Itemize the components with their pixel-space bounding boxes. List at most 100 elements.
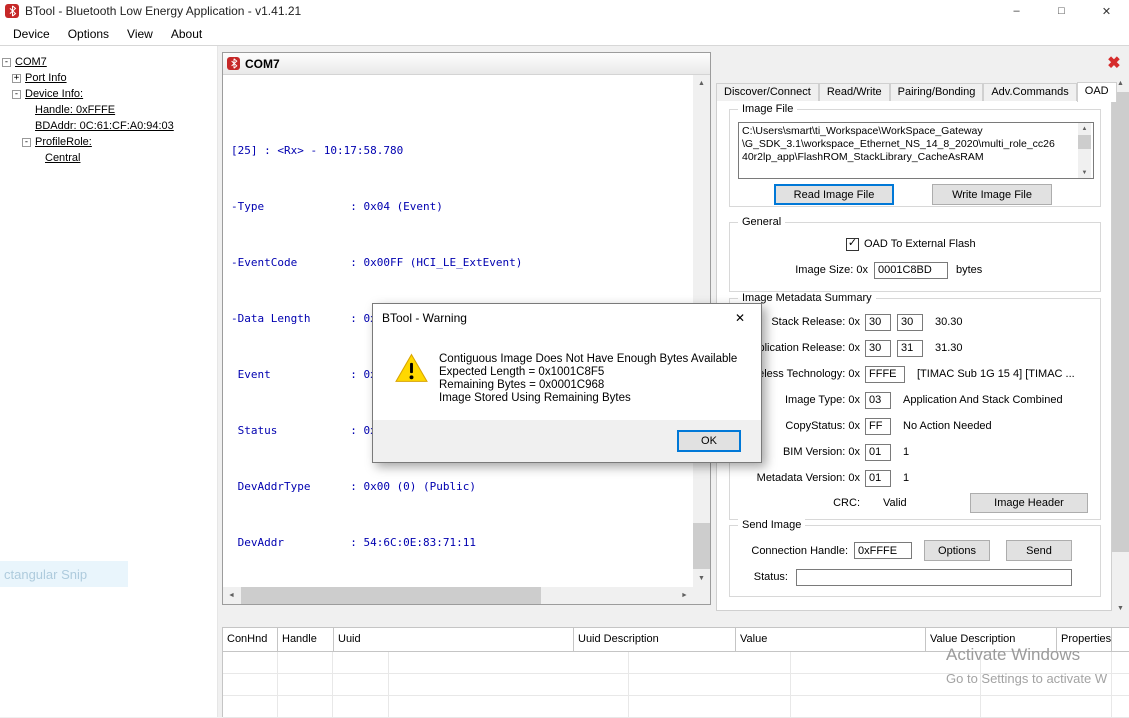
table-cell bbox=[389, 696, 629, 717]
table-header-cell[interactable]: Value bbox=[736, 628, 926, 651]
table-cell bbox=[791, 696, 981, 717]
metadata-value-input[interactable]: 01 bbox=[865, 444, 891, 461]
tab[interactable]: OAD bbox=[1077, 82, 1117, 102]
metadata-value-input[interactable]: 03 bbox=[865, 392, 891, 409]
metadata-value-input[interactable]: 01 bbox=[865, 470, 891, 487]
tab[interactable]: Pairing/Bonding bbox=[890, 83, 984, 101]
mdi-title-bar[interactable]: COM7 bbox=[223, 53, 710, 75]
metadata-value-input[interactable]: 30 bbox=[897, 314, 923, 331]
scroll-down-icon[interactable]: ▼ bbox=[1078, 167, 1091, 178]
image-header-button[interactable]: Image Header bbox=[970, 493, 1088, 513]
tree-item[interactable]: Handle: 0xFFFE bbox=[0, 102, 217, 118]
tree-item[interactable]: - ProfileRole: bbox=[0, 134, 217, 150]
tree-item-label[interactable]: Central bbox=[45, 152, 80, 164]
tree-item-label[interactable]: Handle: 0xFFFE bbox=[35, 104, 115, 116]
metadata-description: Application And Stack Combined bbox=[903, 394, 1063, 406]
metadata-row: CopyStatus: 0xFFNo Action Needed bbox=[730, 413, 1100, 439]
tree-item[interactable]: BDAddr: 0C:61:CF:A0:94:03 bbox=[0, 118, 217, 134]
scroll-up-icon[interactable]: ▲ bbox=[1078, 123, 1091, 134]
tree-item-label[interactable]: BDAddr: 0C:61:CF:A0:94:03 bbox=[35, 120, 174, 132]
metadata-rows: Stack Release: 0x303030.30Application Re… bbox=[730, 309, 1100, 491]
oad-external-flash-checkbox[interactable]: ✓ bbox=[846, 238, 859, 251]
metadata-value-input[interactable]: FF bbox=[865, 418, 891, 435]
tree-item[interactable]: - COM7 bbox=[0, 54, 217, 70]
table-row[interactable] bbox=[223, 696, 1129, 718]
dialog-close-icon[interactable]: ✕ bbox=[719, 304, 761, 332]
path-scrollbar[interactable]: ▲ ▼ bbox=[1078, 123, 1091, 178]
tree-item-label[interactable]: COM7 bbox=[15, 56, 47, 68]
ok-button[interactable]: OK bbox=[677, 430, 741, 452]
image-file-path-box[interactable]: C:\Users\smart\ti_Workspace\WorkSpace_Ga… bbox=[738, 122, 1094, 179]
tab[interactable]: Discover/Connect bbox=[716, 83, 819, 101]
read-image-file-button[interactable]: Read Image File bbox=[774, 184, 894, 205]
dialog-footer: OK bbox=[373, 420, 761, 462]
options-button[interactable]: Options bbox=[924, 540, 990, 561]
snip-tooltip: ctangular Snip bbox=[0, 561, 128, 587]
table-cell bbox=[981, 696, 1112, 717]
table-header-cell[interactable]: Uuid Description bbox=[574, 628, 736, 651]
status-input[interactable] bbox=[796, 569, 1072, 586]
scrollbar-thumb[interactable] bbox=[1112, 92, 1129, 552]
log-horizontal-scrollbar[interactable]: ◄ ► bbox=[223, 587, 693, 604]
activate-windows-watermark-sub: Go to Settings to activate W bbox=[946, 671, 1107, 686]
scrollbar-thumb[interactable] bbox=[1078, 135, 1091, 149]
connection-handle-input[interactable]: 0xFFFE bbox=[854, 542, 912, 559]
table-cell bbox=[629, 652, 791, 673]
image-size-suffix: bytes bbox=[956, 264, 982, 276]
tree-expand-icon[interactable]: + bbox=[12, 74, 21, 83]
tree-item[interactable]: + Port Info bbox=[0, 70, 217, 86]
tree-item-label[interactable]: Device Info: bbox=[25, 88, 83, 100]
tree-item-label[interactable]: Port Info bbox=[25, 72, 67, 84]
image-size-input[interactable]: 0001C8BD bbox=[874, 262, 948, 279]
metadata-value-input[interactable]: 30 bbox=[865, 314, 891, 331]
image-metadata-group: Image Metadata Summary Stack Release: 0x… bbox=[729, 298, 1101, 520]
table-cell bbox=[333, 652, 389, 673]
device-tree: - COM7 + Port Info - Device Info: Handle… bbox=[0, 46, 218, 717]
write-image-file-button[interactable]: Write Image File bbox=[932, 184, 1052, 205]
scroll-down-icon[interactable]: ▼ bbox=[693, 570, 710, 587]
menu-item[interactable]: Device bbox=[4, 23, 59, 45]
scroll-down-icon[interactable]: ▼ bbox=[1112, 600, 1129, 617]
metadata-row: Image Type: 0x03Application And Stack Co… bbox=[730, 387, 1100, 413]
dialog-message-line: Expected Length = 0x1001C8F5 bbox=[439, 366, 737, 379]
menu-item[interactable]: Options bbox=[59, 23, 118, 45]
table-header-cell[interactable]: Handle bbox=[278, 628, 334, 651]
menu-bar: Device Options View About bbox=[0, 22, 1129, 46]
dialog-title-bar[interactable]: BTool - Warning bbox=[373, 304, 761, 332]
tree-expand-icon[interactable]: - bbox=[22, 138, 31, 147]
minimize-button[interactable]: – bbox=[994, 0, 1039, 22]
tab[interactable]: Adv.Commands bbox=[983, 83, 1076, 101]
log-line: DevAddrType : 0x00 (0) (Public) bbox=[231, 480, 693, 494]
metadata-description: No Action Needed bbox=[903, 420, 992, 432]
scroll-left-icon[interactable]: ◄ bbox=[223, 587, 240, 604]
close-button[interactable]: ✕ bbox=[1084, 0, 1129, 22]
connection-handle-label: Connection Handle: bbox=[730, 545, 848, 557]
send-button[interactable]: Send bbox=[1006, 540, 1072, 561]
scroll-up-icon[interactable]: ▲ bbox=[693, 75, 710, 92]
scrollbar-thumb[interactable] bbox=[693, 523, 710, 569]
tree-expand-icon[interactable]: - bbox=[12, 90, 21, 99]
crc-row: CRC: Valid Image Header bbox=[730, 491, 1100, 515]
tree-expand-icon[interactable]: - bbox=[2, 58, 11, 67]
scrollbar-corner bbox=[693, 587, 710, 604]
maximize-button[interactable]: □ bbox=[1039, 0, 1084, 22]
table-cell bbox=[223, 674, 278, 695]
tab-label: OAD bbox=[1085, 85, 1109, 97]
tree-item-label[interactable]: ProfileRole: bbox=[35, 136, 92, 148]
scroll-right-icon[interactable]: ► bbox=[676, 587, 693, 604]
table-header-cell[interactable]: Uuid bbox=[334, 628, 574, 651]
metadata-value-input[interactable]: 31 bbox=[897, 340, 923, 357]
menu-item[interactable]: About bbox=[162, 23, 211, 45]
metadata-value-input[interactable]: FFFE bbox=[865, 366, 905, 383]
tab-label: Discover/Connect bbox=[724, 86, 811, 98]
metadata-value-input[interactable]: 30 bbox=[865, 340, 891, 357]
tree-item[interactable]: Central bbox=[0, 150, 217, 166]
log-line: [25] : <Rx> - 10:17:58.780 bbox=[231, 144, 693, 158]
scrollbar-thumb[interactable] bbox=[241, 587, 541, 604]
menu-item[interactable]: View bbox=[118, 23, 162, 45]
panel-close-icon[interactable]: ✖ bbox=[1104, 53, 1124, 73]
panel-vertical-scrollbar[interactable]: ▲ ▼ bbox=[1112, 75, 1129, 617]
tab[interactable]: Read/Write bbox=[819, 83, 890, 101]
tree-item[interactable]: - Device Info: bbox=[0, 86, 217, 102]
table-header-cell[interactable]: ConHnd bbox=[223, 628, 278, 651]
